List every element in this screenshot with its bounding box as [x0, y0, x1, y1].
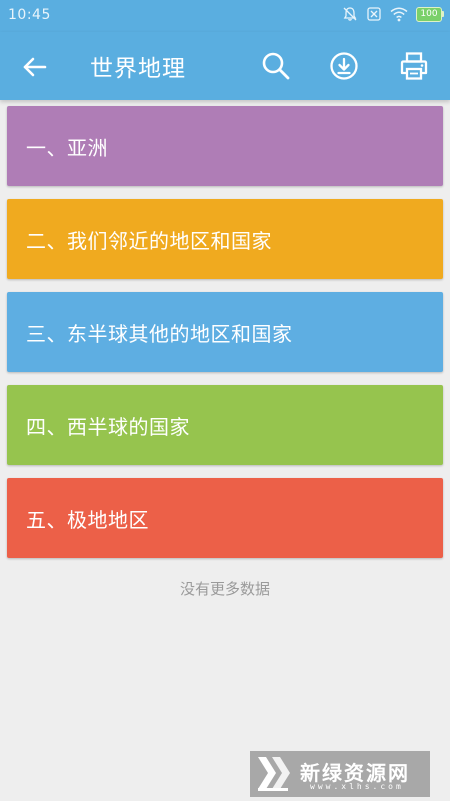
- chapter-label: 五、极地地区: [26, 507, 149, 532]
- list-end-message: 没有更多数据: [179, 580, 270, 598]
- watermark-logo-icon: [250, 751, 298, 797]
- chapter-list: 一、亚洲 二、我们邻近的地区和国家 三、东半球其他的地区和国家 四、西半球的国家…: [7, 106, 443, 571]
- app-bar: 世界地理: [0, 32, 450, 100]
- status-icons: 100: [342, 6, 444, 22]
- chapter-label: 一、亚洲: [26, 135, 108, 160]
- chapter-item-polar-regions[interactable]: 五、极地地区: [7, 478, 443, 558]
- search-button[interactable]: [260, 50, 292, 82]
- search-icon: [262, 52, 290, 80]
- page-title: 世界地理: [90, 56, 186, 82]
- watermark: 新绿资源网 www.xlhs.com: [250, 751, 430, 797]
- download-icon: [330, 52, 358, 80]
- battery-icon: 100: [416, 6, 444, 22]
- chapter-item-asia[interactable]: 一、亚洲: [7, 106, 443, 186]
- alarm-off-icon: [342, 6, 358, 22]
- chapter-label: 二、我们邻近的地区和国家: [26, 228, 272, 253]
- chapter-item-neighboring-regions[interactable]: 二、我们邻近的地区和国家: [7, 199, 443, 279]
- status-time: 10:45: [8, 7, 51, 23]
- chapter-item-western-hemisphere[interactable]: 四、西半球的国家: [7, 385, 443, 465]
- arrow-left-icon: [23, 57, 47, 77]
- print-icon: [400, 52, 428, 80]
- chapter-label: 四、西半球的国家: [26, 414, 190, 439]
- battery-level: 100: [416, 6, 442, 22]
- status-bar: 10:45 100: [0, 0, 450, 32]
- watermark-domain: www.xlhs.com: [310, 782, 404, 791]
- sim-off-icon: [366, 6, 382, 22]
- back-button[interactable]: [20, 52, 50, 82]
- print-button[interactable]: [398, 50, 430, 82]
- chapter-item-eastern-hemisphere[interactable]: 三、东半球其他的地区和国家: [7, 292, 443, 372]
- chapter-label: 三、东半球其他的地区和国家: [26, 321, 293, 346]
- download-button[interactable]: [328, 50, 360, 82]
- wifi-icon: [390, 6, 408, 22]
